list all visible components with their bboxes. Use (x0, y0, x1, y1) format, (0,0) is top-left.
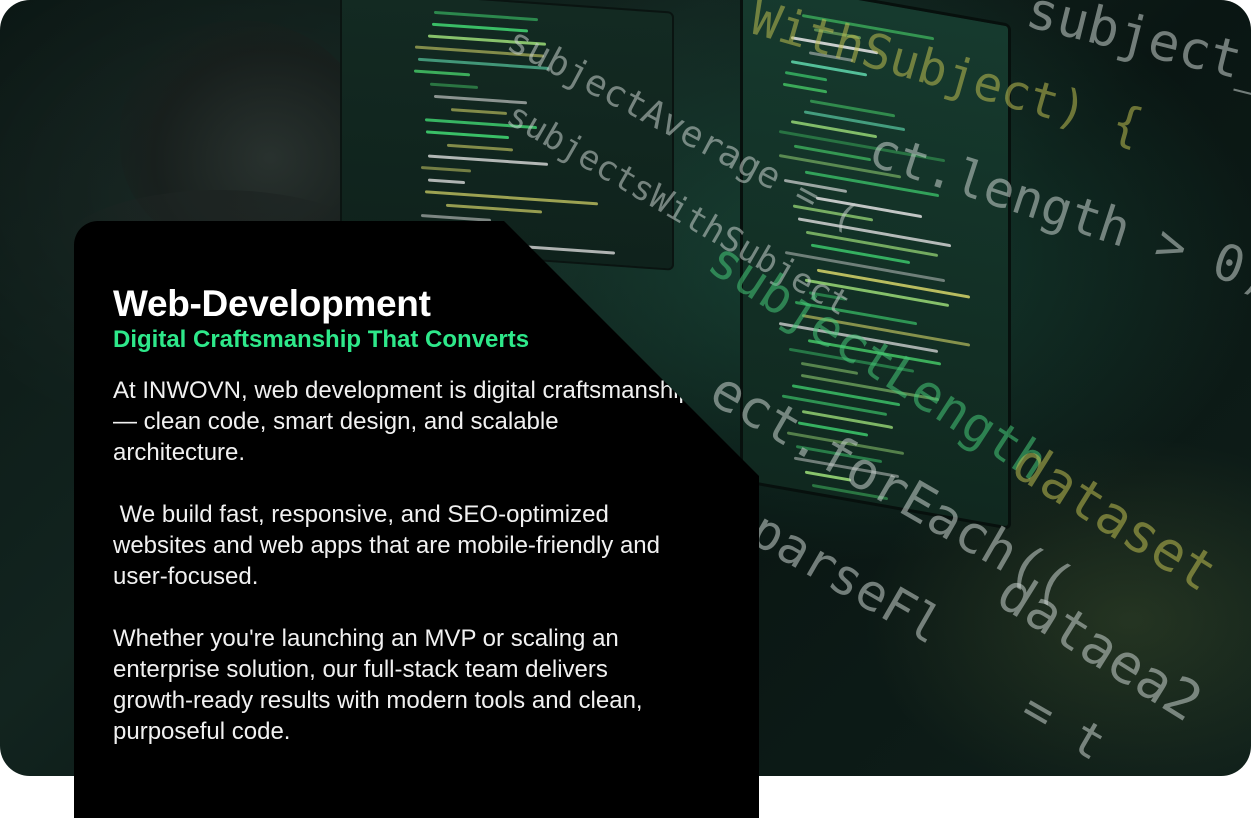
monitor-code-line (428, 178, 465, 185)
monitor-code-line (434, 94, 527, 105)
monitor-code-line (428, 34, 546, 46)
monitor-code-line (414, 69, 470, 77)
monitor-code-line (425, 118, 537, 130)
monitor-code-line (426, 130, 509, 140)
monitor-code-line (779, 153, 901, 179)
code-fragment: subject_ (1020, 0, 1251, 99)
monitor-code-line (789, 347, 914, 373)
monitor-code-line (447, 143, 513, 152)
monitor-code-line (415, 45, 544, 58)
monitor-code-line (801, 361, 858, 375)
monitor-code-line (791, 36, 878, 55)
monitor-code-line (806, 230, 938, 258)
monitor-code-line (802, 14, 934, 41)
monitor-code-line (812, 483, 888, 501)
monitor-code-line (430, 82, 478, 89)
monitor-code-line (451, 108, 507, 115)
monitor-code-line (781, 502, 907, 528)
monitor-code-line (805, 278, 949, 307)
monitor-code-line (783, 82, 827, 94)
card-body: At INWOVN, web development is digital cr… (113, 375, 693, 747)
card-subtitle: Digital Craftsmanship That Converts (113, 326, 530, 353)
right-monitor (740, 0, 1011, 530)
monitor-code-line (805, 470, 851, 482)
monitor-code-line (421, 213, 491, 222)
monitor-code-line (784, 178, 847, 193)
monitor-code-line (795, 300, 917, 326)
monitor-code-line (795, 516, 949, 530)
monitor-code-line (421, 165, 471, 173)
card-paragraph: At INWOVN, web development is digital cr… (113, 377, 692, 466)
monitor-code-line (814, 28, 861, 40)
monitor-code-line (816, 196, 922, 219)
monitor-code-line (787, 431, 904, 456)
card-content: Web-Development Digital Craftsmanship Th… (113, 283, 693, 778)
monitor-code-line (446, 203, 542, 214)
web-development-section: subject_ WithSubject) { ct.length > 0) s… (0, 0, 1251, 818)
code-fragment: dataset (1001, 430, 1228, 605)
monitor-code-line (785, 71, 827, 82)
card-paragraph: Whether you're launching an MVP or scali… (113, 625, 650, 745)
monitor-code-line (806, 494, 971, 527)
monitor-code-line (781, 526, 846, 530)
monitor-code-line (809, 291, 846, 301)
code-fragment: dataea2 (986, 560, 1213, 735)
card-paragraph: We build fast, responsive, and SEO-optim… (113, 501, 667, 590)
code-fragment: parseFl (741, 500, 953, 656)
monitor-code-line (808, 339, 941, 366)
monitor-code-line (809, 51, 853, 63)
monitor-code-line (428, 154, 548, 166)
monitor-code-line (432, 22, 528, 33)
monitor-code-line (418, 57, 549, 70)
monitor-code-line (434, 10, 538, 22)
monitor-code-line (794, 456, 899, 479)
code-fragment: = t (1012, 680, 1116, 772)
monitor-code-line (805, 170, 939, 198)
